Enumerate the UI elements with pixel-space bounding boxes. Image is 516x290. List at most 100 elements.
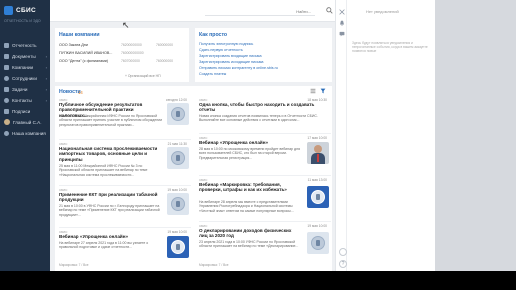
news-item[interactable]: СБИС 19 мая 10:00 Применение ККТ при реа… <box>59 188 191 228</box>
window-background <box>435 0 516 271</box>
news-date: 11 мая 13:00 <box>307 178 327 182</box>
company-avatar-icon <box>4 130 9 136</box>
chat-icon[interactable] <box>339 31 345 37</box>
notifications-empty-text: Здесь будут появляться уведомления и неп… <box>352 41 428 54</box>
search-input[interactable] <box>205 7 315 16</box>
company-row[interactable]: ООО Заката Дни 76200000000 760000000 <box>59 43 187 50</box>
news-text: 21 мая в 10:00 в УФНС России по г. Белго… <box>59 204 160 217</box>
chevron-right-icon: › <box>45 97 47 103</box>
quick-link[interactable]: Сдать первую отчетность <box>199 48 243 52</box>
companies-icon <box>4 64 9 70</box>
news-thumbnail <box>307 186 329 208</box>
fns-emblem-icon <box>171 151 185 165</box>
news-footer[interactable]: Маркировка: 7 / Все <box>199 263 229 267</box>
documents-icon <box>4 53 9 59</box>
company-kpp: 760000000 <box>156 59 173 63</box>
app-title: СБИС <box>16 7 36 14</box>
sidebar-item-companies[interactable]: Компании › <box>0 62 50 72</box>
search-bar <box>50 0 335 22</box>
news-item[interactable]: СБИС 19 мая 10:00 Вебинар «Упрощенка онл… <box>59 230 191 260</box>
staff-icon <box>4 75 9 81</box>
close-icon[interactable] <box>339 9 345 15</box>
news-title-text: О декларировании доходов физических лиц … <box>199 228 292 239</box>
app-logo[interactable]: СБИС <box>4 6 36 15</box>
quick-link[interactable]: Зарегистрировать входящие письма <box>199 54 262 58</box>
company-kpp: 760000000 <box>156 43 173 47</box>
companies-title[interactable]: Наши компании <box>59 32 100 38</box>
sidebar-item-label: Отчетность <box>12 42 37 48</box>
news-date: сегодня 12:00 <box>165 98 187 102</box>
news-text: 25 мая в 11:00 Межрайонной ИФНС России №… <box>59 164 148 177</box>
news-item[interactable]: СБИС сегодня 12:00 Публичное обсуждение … <box>59 98 191 140</box>
fns-emblem-icon <box>171 107 185 121</box>
news-text: На вебинаре 27 апреля 2021 года в 11:00 … <box>59 241 149 250</box>
news-count-badge: 14 <box>78 89 83 95</box>
filter-icon[interactable] <box>320 88 326 94</box>
news-text: На вебинаре 28 апреля мы вместе с предст… <box>199 200 294 213</box>
add-company-link[interactable]: + Организаций все НП <box>125 74 161 78</box>
main-content: ↖ Наши компании ООО Заката Дни 762000000… <box>50 0 335 271</box>
news-thumbnail <box>167 193 189 215</box>
news-footer[interactable]: Маркировка: 7 / Все <box>59 263 89 267</box>
company-caption: ОТЧЕТНОСТЬ И ЭДО <box>4 19 41 23</box>
news-text: 19 мая в 10:00 Межрайонная ИФНС России п… <box>59 114 163 127</box>
quick-link[interactable]: Отправить письмо контрагенту в online.sb… <box>199 66 278 70</box>
sidebar-item-label: Компании <box>12 64 34 70</box>
chevron-right-icon: › <box>45 64 47 70</box>
news-card: Новости 14 СБИС сегодня 12:00 Публичное … <box>55 86 332 271</box>
webinar-logo-icon <box>171 240 185 254</box>
news-title-text: Вебинар «Маркировка: требования, проверк… <box>199 182 287 193</box>
user-profile[interactable]: Главный С.А. <box>0 117 50 127</box>
quick-start-card: Как просто Получить электронную подпись … <box>195 28 332 82</box>
sidebar-item-label: Задачи <box>12 86 28 92</box>
company-row[interactable]: ПУПКИН ВАСИЛИЙ ИВАНОВ... 760000000000 <box>59 51 187 58</box>
news-thumbnail <box>307 232 329 254</box>
sidebar-item-label: Сотрудники <box>12 75 37 81</box>
news-thumbnail <box>167 236 189 258</box>
notifications-title: Нет уведомлений <box>366 9 399 14</box>
news-item[interactable]: СБИС 21 мая 11:30 Национальная система п… <box>59 142 191 186</box>
sidebar-item-contacts[interactable]: Контакты › <box>0 95 50 105</box>
bell-icon[interactable] <box>339 20 345 26</box>
company-name: ООО "Дента" (с филиалами) <box>59 59 109 63</box>
webinar-logo-icon <box>311 190 325 204</box>
fns-emblem-icon <box>311 236 325 250</box>
our-company-link[interactable]: Наша компания <box>0 128 50 138</box>
company-name: ООО Заката Дни <box>59 43 88 47</box>
news-text: 28 мая в 10:00 по московскому времени пр… <box>199 147 300 160</box>
sidebar-item-tasks[interactable]: Задачи › <box>0 84 50 94</box>
company-inn: 76200000000 <box>121 43 142 47</box>
quick-link[interactable]: Получить электронную подпись <box>199 42 253 46</box>
company-inn: 760000000000 <box>121 51 144 55</box>
news-date: 17 мая 10:00 <box>307 136 327 140</box>
sidebar-item-documents[interactable]: Документы › <box>0 51 50 61</box>
sidebar-item-label: Документы <box>12 53 36 59</box>
news-date: 19 мая 10:00 <box>307 224 327 228</box>
sidebar-item-signatures[interactable]: Подписи <box>0 106 50 116</box>
news-item[interactable]: СБИС 11 мая 13:00 Вебинар «Маркировка: т… <box>199 178 331 222</box>
list-view-icon[interactable] <box>310 88 316 94</box>
quick-link[interactable]: Создать платеж <box>199 72 226 76</box>
tasks-icon <box>4 86 9 92</box>
avatar <box>4 119 10 125</box>
news-item[interactable]: СБИС 19 мая 10:00 О декларировании доход… <box>199 224 331 260</box>
news-thumbnail <box>307 142 329 164</box>
sidebar-item-label: Подписи <box>12 108 31 114</box>
sidebar-item-reporting[interactable]: Отчетность <box>0 40 50 50</box>
companies-card: Наши компании ООО Заката Дни 76200000000… <box>55 28 189 82</box>
news-date: 19 мая 10:00 <box>167 188 187 192</box>
company-row[interactable]: ООО "Дента" (с филиалами) 7607000000 760… <box>59 59 187 66</box>
news-item[interactable]: СБИС 18 мая 10:30 Одна кнопка, чтобы быс… <box>199 98 331 134</box>
chat-button[interactable] <box>339 248 347 256</box>
news-item[interactable]: СБИС 17 мая 10:00 Вебинар «Упрощенка онл… <box>199 136 331 176</box>
search-icon[interactable] <box>326 7 333 14</box>
sbis-logo-icon <box>4 6 13 15</box>
quick-link[interactable]: Зарегистрировать исходящие письма <box>199 60 263 64</box>
news-title-text: Национальная система прослеживаемости им… <box>59 146 158 162</box>
news-thumbnail <box>167 103 189 125</box>
news-date: 21 мая 11:30 <box>167 142 187 146</box>
news-header: Новости 14 <box>55 86 332 96</box>
news-title-text: Вебинар «Упрощенка онлайн» <box>199 140 269 145</box>
sidebar-item-staff[interactable]: Сотрудники › <box>0 73 50 83</box>
help-button[interactable]: ? <box>339 260 347 268</box>
